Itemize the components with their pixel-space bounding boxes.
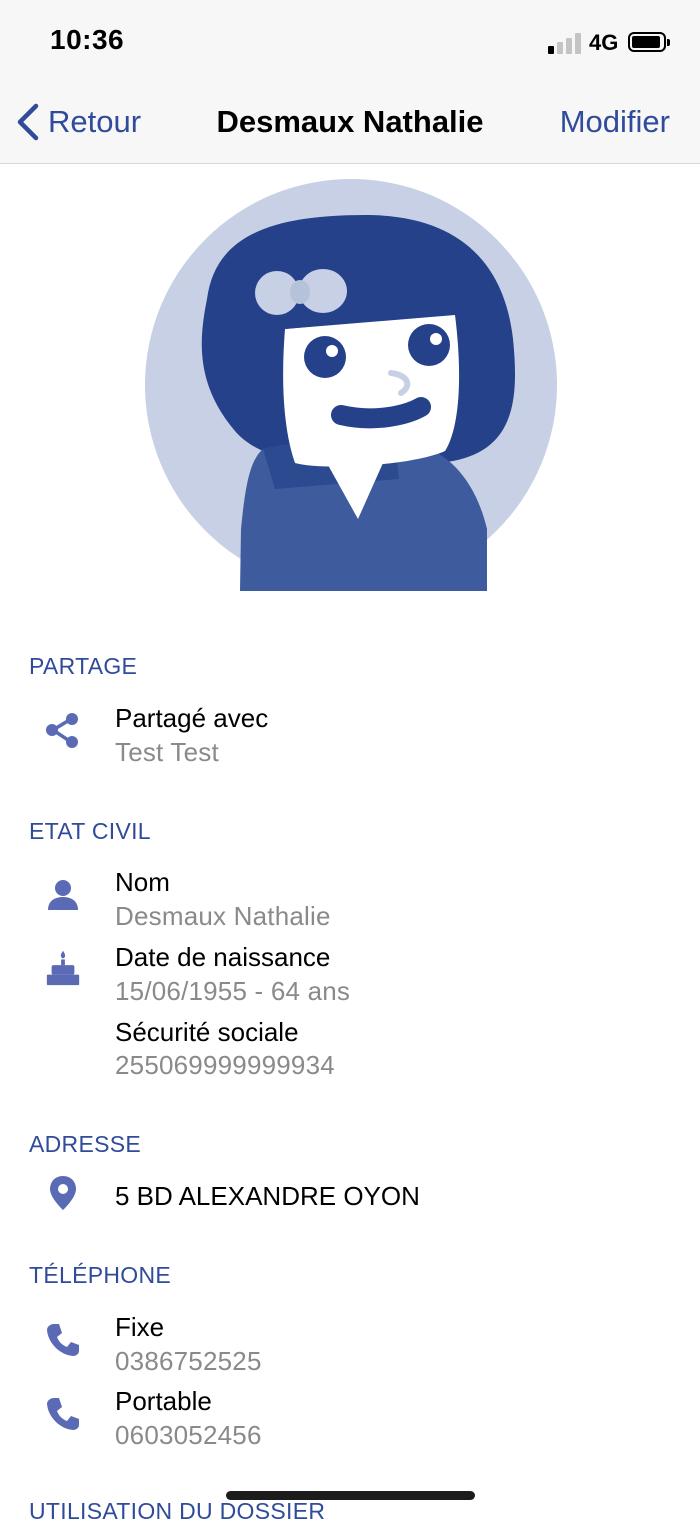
name-value: Desmaux Nathalie (115, 901, 331, 931)
status-bar: 10:36 4G (0, 0, 700, 84)
back-button[interactable]: Retour (14, 100, 141, 144)
share-icon (46, 713, 78, 748)
social-security-label: Sécurité sociale (115, 1017, 299, 1047)
section-title-utilisation: UTILISATION DU DOSSIER (29, 1498, 326, 1524)
navigation-bar: Retour Desmaux Nathalie Modifier (0, 84, 700, 164)
landline-value[interactable]: 0386752525 (115, 1346, 262, 1377)
address-value: 5 BD ALEXANDRE OYON (115, 1181, 420, 1211)
battery-icon (628, 32, 670, 52)
shared-with-label: Partagé avec (115, 703, 269, 733)
phone-icon (47, 1324, 79, 1356)
edit-button[interactable]: Modifier (560, 104, 670, 140)
mobile-value[interactable]: 0603052456 (115, 1420, 262, 1451)
phone-icon (47, 1398, 79, 1430)
birthdate-label: Date de naissance (115, 942, 331, 972)
back-label: Retour (48, 104, 142, 139)
shared-with-value: Test Test (115, 737, 219, 767)
section-title-telephone: TÉLÉPHONE (29, 1262, 172, 1288)
landline-label[interactable]: Fixe (115, 1312, 164, 1343)
section-title-etat-civil: ETAT CIVIL (29, 818, 151, 844)
mobile-label[interactable]: Portable (115, 1386, 212, 1417)
section-title-partage: PARTAGE (29, 653, 138, 679)
person-icon (48, 880, 78, 910)
network-type: 4G (589, 30, 619, 55)
birthdate-value: 15/06/1955 - 64 ans (115, 976, 351, 1006)
name-label: Nom (115, 867, 170, 897)
birthday-cake-icon (46, 950, 80, 986)
cellular-signal-icon (548, 32, 582, 54)
home-indicator[interactable] (226, 1491, 475, 1500)
section-title-adresse: ADRESSE (29, 1131, 142, 1157)
status-time: 10:36 (50, 24, 125, 55)
avatar (145, 179, 557, 591)
social-security-value: 255069999999934 (115, 1050, 335, 1080)
chevron-left-icon (17, 103, 39, 141)
location-pin-icon (50, 1176, 76, 1210)
